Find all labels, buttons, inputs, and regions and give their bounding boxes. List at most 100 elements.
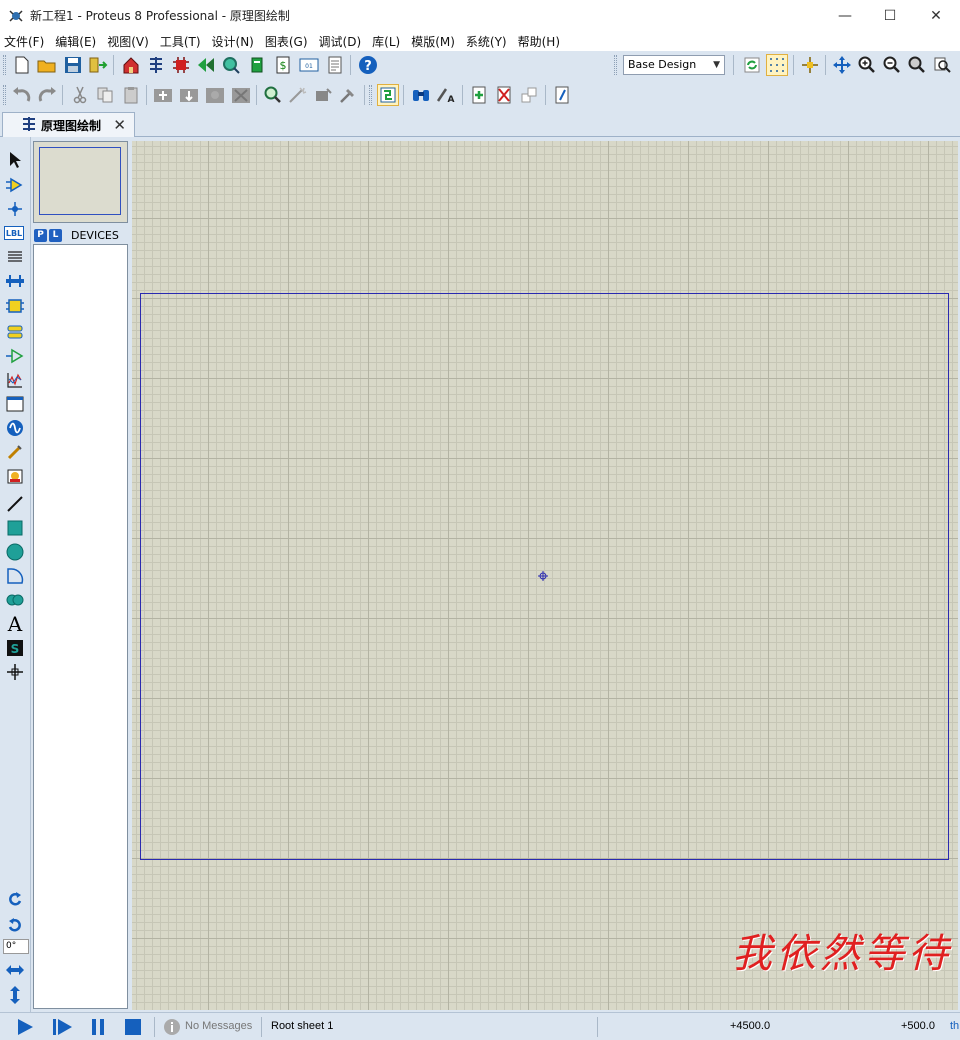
menu-view[interactable]: 视图(V) — [107, 33, 149, 50]
marker-tool-icon[interactable] — [4, 661, 26, 683]
menu-library[interactable]: 库(L) — [372, 33, 400, 50]
library-manager-button[interactable]: L — [49, 228, 62, 242]
paste-icon[interactable] — [120, 84, 142, 106]
cut-icon[interactable] — [69, 84, 91, 106]
messages-status[interactable]: No Messages — [185, 1020, 252, 1032]
menu-template[interactable]: 模版(M) — [411, 33, 455, 50]
design-report-icon[interactable] — [551, 84, 573, 106]
gerber-viewer-icon[interactable] — [220, 54, 242, 76]
component-mode-icon[interactable] — [4, 174, 26, 196]
arc-tool-icon[interactable] — [4, 565, 26, 587]
selection-mode-icon[interactable] — [4, 149, 26, 171]
generator-mode-icon[interactable] — [4, 417, 26, 439]
menu-debug[interactable]: 调试(D) — [319, 33, 362, 50]
block-delete-icon[interactable] — [230, 84, 252, 106]
new-sheet-icon[interactable] — [468, 84, 490, 106]
tab-schematic-capture[interactable]: 原理图绘制 ✕ — [2, 112, 135, 137]
save-icon[interactable] — [62, 54, 84, 76]
zoom-area-icon[interactable] — [931, 54, 953, 76]
source-code-icon[interactable]: 01 — [298, 54, 320, 76]
toolbar-grip[interactable] — [3, 85, 6, 105]
close-project-icon[interactable] — [87, 54, 109, 76]
mirror-vertical-icon[interactable] — [4, 984, 26, 1006]
design-explorer-icon[interactable] — [246, 54, 268, 76]
menu-edit[interactable]: 编辑(E) — [55, 33, 96, 50]
stop-icon[interactable] — [120, 1017, 146, 1037]
pick-device-icon[interactable] — [262, 84, 284, 106]
devices-list[interactable] — [33, 244, 128, 1009]
search-tag-icon[interactable] — [410, 84, 432, 106]
schematic-capture-icon[interactable] — [145, 54, 167, 76]
subcircuit-mode-icon[interactable] — [4, 295, 26, 317]
home-icon[interactable] — [120, 54, 142, 76]
minimize-button[interactable]: — — [822, 0, 868, 31]
pcb-layout-icon[interactable] — [170, 54, 192, 76]
open-folder-icon[interactable] — [36, 54, 58, 76]
rotation-angle-field[interactable]: 0° — [3, 939, 29, 954]
block-copy-icon[interactable] — [152, 84, 174, 106]
refresh-icon[interactable] — [741, 54, 763, 76]
origin-icon[interactable] — [799, 54, 821, 76]
line-tool-icon[interactable] — [4, 493, 26, 515]
menu-tools[interactable]: 工具(T) — [160, 33, 201, 50]
symbol-tool-icon[interactable]: S — [4, 637, 26, 659]
terminals-mode-icon[interactable] — [4, 321, 26, 343]
graph-mode-icon[interactable] — [4, 369, 26, 391]
box-tool-icon[interactable] — [4, 517, 26, 539]
text-tool-icon[interactable]: A — [4, 612, 26, 636]
copy-icon[interactable] — [94, 84, 116, 106]
toolbar-grip[interactable] — [614, 55, 617, 75]
help-icon[interactable]: ? — [357, 54, 379, 76]
decompose-icon[interactable] — [337, 84, 359, 106]
redo-icon[interactable] — [36, 84, 58, 106]
close-tab-icon[interactable]: ✕ — [113, 116, 126, 134]
probe-mode-icon[interactable] — [4, 441, 26, 463]
packaging-tool-icon[interactable] — [312, 84, 334, 106]
menu-help[interactable]: 帮助(H) — [518, 33, 560, 50]
menu-system[interactable]: 系统(Y) — [466, 33, 507, 50]
pick-devices-button[interactable]: P — [34, 228, 47, 242]
device-pins-mode-icon[interactable] — [4, 345, 26, 367]
pan-icon[interactable] — [831, 54, 853, 76]
virtual-instruments-icon[interactable] — [4, 465, 26, 487]
zoom-all-icon[interactable] — [906, 54, 928, 76]
zoom-in-icon[interactable] — [856, 54, 878, 76]
property-assignment-icon[interactable]: A — [435, 84, 457, 106]
toolbar-grip[interactable] — [3, 55, 6, 75]
undo-icon[interactable] — [11, 84, 33, 106]
new-file-icon[interactable] — [11, 54, 33, 76]
bill-of-materials-icon[interactable]: $ — [272, 54, 294, 76]
rotate-anticlockwise-icon[interactable] — [4, 915, 26, 937]
schematic-canvas[interactable]: 我依然等待 — [132, 141, 958, 1010]
info-icon[interactable] — [160, 1017, 184, 1037]
path-tool-icon[interactable] — [4, 589, 26, 611]
zoom-out-icon[interactable] — [881, 54, 903, 76]
pause-icon[interactable] — [85, 1017, 111, 1037]
junction-dot-icon[interactable] — [4, 198, 26, 220]
maximize-button[interactable]: ☐ — [867, 0, 913, 31]
circle-tool-icon[interactable] — [4, 541, 26, 563]
overview-window[interactable] — [33, 141, 128, 223]
block-rotate-icon[interactable] — [204, 84, 226, 106]
menu-graph[interactable]: 图表(G) — [265, 33, 308, 50]
menu-design[interactable]: 设计(N) — [212, 33, 254, 50]
grid-toggle-icon[interactable] — [766, 54, 788, 76]
mirror-horizontal-icon[interactable] — [4, 959, 26, 981]
play-icon[interactable] — [12, 1017, 38, 1037]
delete-sheet-icon[interactable] — [493, 84, 515, 106]
wire-autorouter-icon[interactable] — [377, 84, 399, 106]
toolbar-grip[interactable] — [369, 85, 372, 105]
3d-visualizer-icon[interactable] — [195, 54, 217, 76]
menu-file[interactable]: 文件(F) — [4, 33, 44, 50]
exit-to-parent-icon[interactable] — [518, 84, 540, 106]
active-popup-icon[interactable] — [4, 393, 26, 415]
wire-label-icon[interactable]: LBL — [4, 226, 24, 240]
close-window-button[interactable]: ✕ — [913, 0, 959, 31]
step-icon[interactable] — [49, 1017, 75, 1037]
text-script-icon[interactable] — [4, 246, 26, 268]
buses-mode-icon[interactable] — [4, 270, 26, 292]
block-move-icon[interactable] — [178, 84, 200, 106]
make-device-icon[interactable] — [287, 84, 309, 106]
design-variant-select[interactable]: Base Design ▼ — [623, 55, 725, 75]
notes-icon[interactable] — [324, 54, 346, 76]
